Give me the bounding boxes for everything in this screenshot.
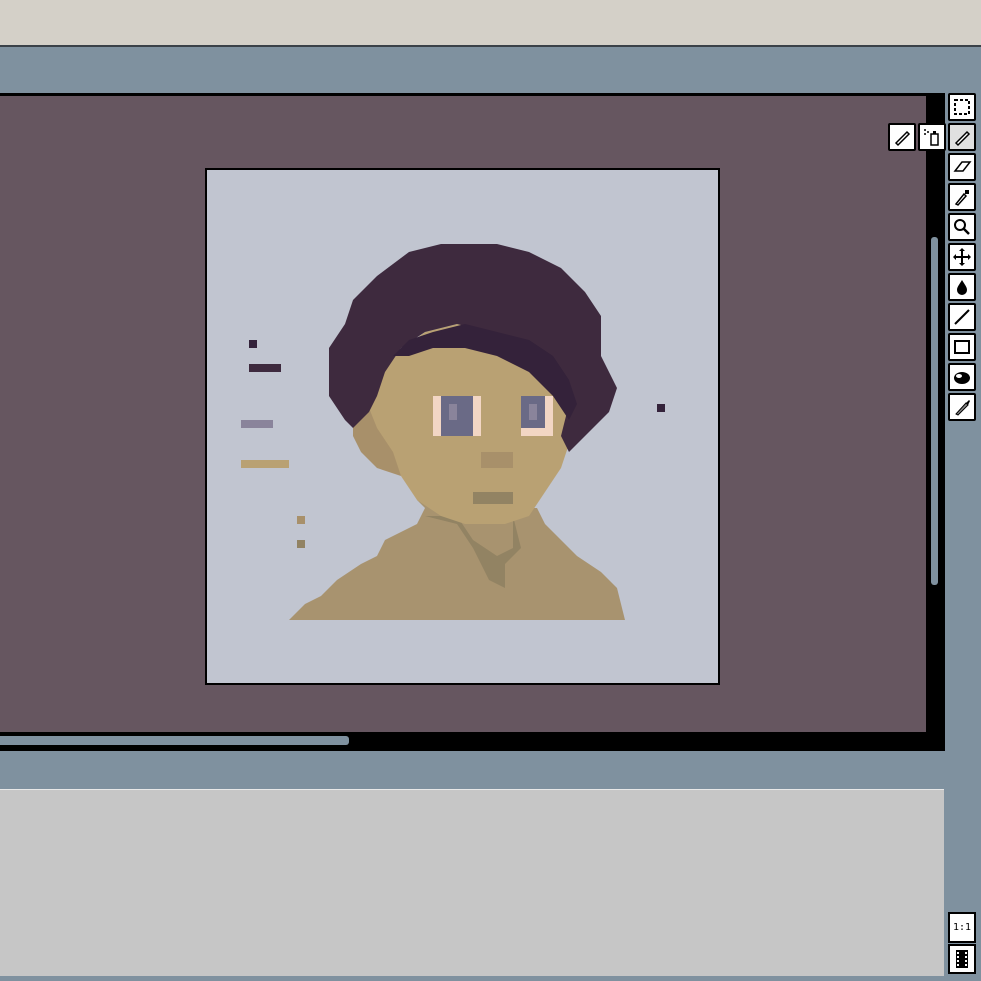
swatch-skin [241,460,289,468]
film-strip-icon [956,950,968,968]
horizontal-scrollbar-thumb[interactable] [0,736,349,745]
tool-eyedropper[interactable] [948,183,976,211]
mouth [473,492,513,504]
marquee-select-icon [954,99,970,115]
tool-pencil[interactable] [948,123,976,151]
swatch-skin-shadow [297,516,305,524]
swatch-hair [249,364,281,372]
tool-brush[interactable] [948,393,976,421]
tool-ellipse[interactable] [948,363,976,391]
tool-eraser[interactable] [948,153,976,181]
shirt-shoulders [289,508,625,620]
tool-zoom[interactable] [948,213,976,241]
zoom-actual-size-button[interactable]: 1:1 [948,912,976,943]
spray-can-icon [924,129,939,146]
zoom-magnifier-icon [954,219,970,235]
nose [481,452,513,468]
title-bar [0,0,981,47]
swatch-neck-shadow [297,540,305,548]
tool-line[interactable] [948,303,976,331]
rectangle-icon [954,340,970,354]
film-strip-button[interactable] [948,944,976,974]
swatch-eye [241,420,273,428]
vertical-scrollbar-thumb[interactable] [931,237,938,585]
tool-pencil-option[interactable] [888,123,916,151]
eraser-icon [953,161,972,172]
left-eye [433,396,481,436]
tool-spray[interactable] [918,123,946,151]
right-eye [521,396,553,436]
tool-marquee-select[interactable] [948,93,976,121]
tool-fill[interactable] [948,273,976,301]
sprite-canvas[interactable] [205,168,720,685]
bottom-strip [0,976,981,981]
tool-move[interactable] [948,243,976,271]
swatch-dark [249,340,257,348]
move-arrows-icon [953,248,971,266]
brush-icon [955,400,970,416]
bottom-panel [0,789,944,977]
fill-bucket-icon [957,280,967,295]
pencil-icon [954,130,971,147]
pencil-option-icon [894,130,911,147]
tool-rectangle[interactable] [948,333,976,361]
swatch-stray [657,404,665,412]
ellipse-filled-icon [954,372,970,384]
pixel-art-portrait [241,244,665,620]
eyedropper-icon [954,190,969,206]
line-icon [954,309,970,325]
